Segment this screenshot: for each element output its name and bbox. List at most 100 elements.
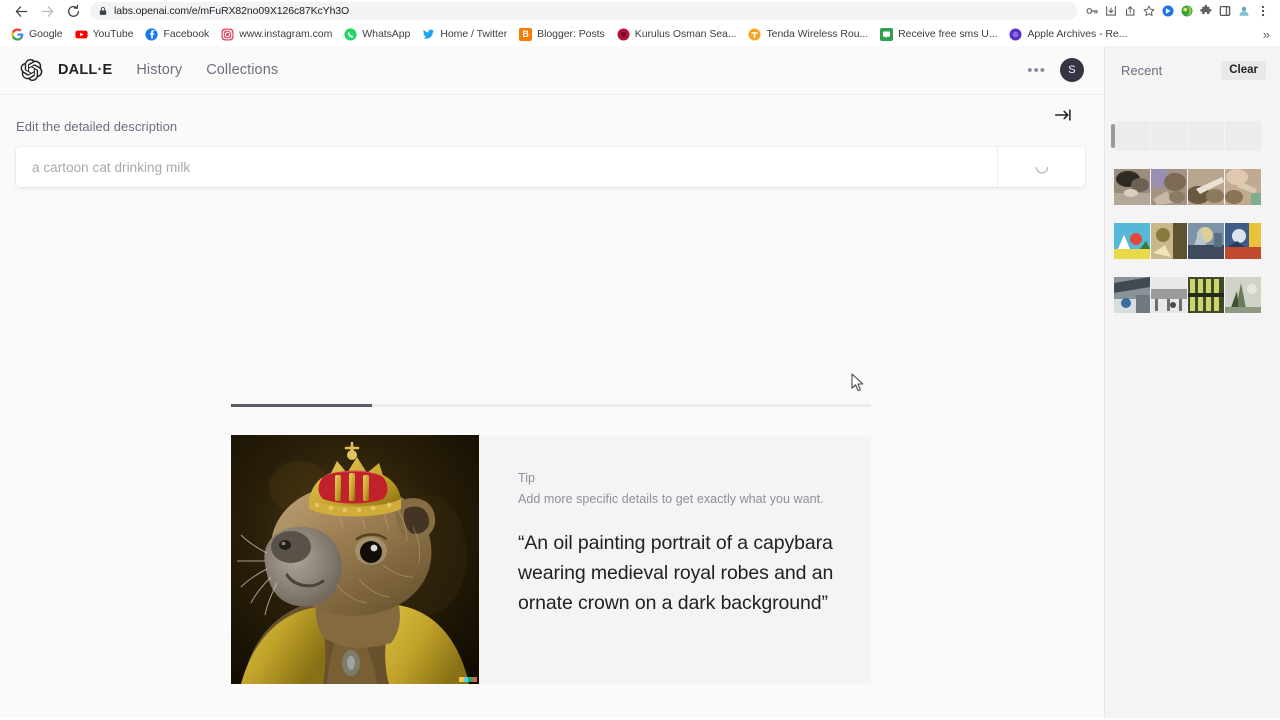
bookmark-youtube[interactable]: YouTube [70, 26, 141, 43]
dalle-watermark-icon [459, 677, 477, 682]
instagram-favicon [221, 27, 234, 41]
bookmark-kurulus-osman[interactable]: Kurulus Osman Sea... [612, 26, 744, 43]
sms-favicon [880, 27, 894, 41]
twitter-favicon [422, 28, 435, 41]
whatsapp-favicon [344, 27, 357, 41]
placeholder-tile [1188, 121, 1224, 151]
sidepanel-icon[interactable] [1216, 2, 1234, 20]
placeholder-tile [1114, 121, 1150, 151]
browser-toolbar-icons [1083, 2, 1272, 20]
bookmark-star-icon[interactable] [1140, 2, 1158, 20]
bookmark-label: Receive free sms U... [898, 28, 998, 40]
clear-recent-button[interactable]: Clear [1221, 60, 1266, 81]
thumb-2-2[interactable] [1151, 223, 1187, 259]
browser-chrome: labs.openai.com/e/mFuRX82no09X126c87KcYh… [0, 0, 1280, 46]
app-header-right: ••• S [1027, 58, 1084, 82]
recent-sidebar: Recent Clear [1104, 46, 1280, 718]
generate-button[interactable] [997, 147, 1085, 187]
generated-image[interactable] [231, 435, 479, 684]
thumb-1-1[interactable] [1114, 169, 1150, 205]
nav-history[interactable]: History [136, 62, 182, 78]
bookmark-whatsapp[interactable]: WhatsApp [339, 26, 417, 43]
bookmarks-overflow-button[interactable]: » [1263, 27, 1274, 42]
favicon-glyph: B [522, 28, 529, 39]
bookmark-tenda-router[interactable]: Tenda Wireless Rou... [743, 26, 875, 43]
bookmark-blogger[interactable]: B Blogger: Posts [514, 26, 612, 43]
openai-logo-icon [20, 58, 44, 82]
sidebar-header: Recent Clear [1105, 46, 1280, 95]
avatar[interactable]: S [1060, 58, 1084, 82]
bookmark-label: Blogger: Posts [537, 28, 605, 40]
app-main-area: DALL·E History Collections ••• S Edit th… [0, 46, 1104, 718]
recent-row-2 [1114, 223, 1278, 259]
bookmark-google[interactable]: Google [6, 26, 70, 43]
app-content: Edit the detailed description a cartoon … [0, 95, 1104, 718]
generation-progress-bar [231, 404, 871, 407]
thumb-1-3[interactable] [1188, 169, 1224, 205]
extension-green-globe-icon[interactable] [1178, 2, 1196, 20]
tip-title: Tip [518, 471, 536, 485]
google-favicon [11, 27, 24, 41]
more-options-icon[interactable]: ••• [1027, 63, 1046, 78]
forward-button[interactable] [34, 1, 60, 21]
recent-thumbnail-grid [1105, 169, 1280, 313]
back-button[interactable] [8, 1, 34, 21]
apple-archives-favicon [1009, 27, 1022, 41]
arrow-left-icon [15, 5, 27, 17]
editor-label: Edit the detailed description [16, 119, 178, 134]
bookmark-label: YouTube [92, 28, 134, 40]
password-key-icon[interactable] [1083, 2, 1101, 20]
thumb-3-2[interactable] [1151, 277, 1187, 313]
prompt-input[interactable] [16, 147, 997, 187]
browser-toolbar: labs.openai.com/e/mFuRX82no09X126c87KcYh… [0, 0, 1280, 22]
bookmark-label: Kurulus Osman Sea... [634, 28, 737, 40]
extensions-puzzle-icon[interactable] [1197, 2, 1215, 20]
share-icon[interactable] [1121, 2, 1139, 20]
address-bar[interactable]: labs.openai.com/e/mFuRX82no09X126c87KcYh… [90, 2, 1077, 20]
bookmark-label: Apple Archives - Re... [1027, 28, 1128, 40]
bookmark-twitter[interactable]: Home / Twitter [417, 26, 514, 43]
bookmark-label: Google [29, 28, 63, 40]
bookmark-instagram[interactable]: www.instagram.com [216, 26, 339, 43]
thumb-1-4[interactable] [1225, 169, 1261, 205]
thumb-1-2[interactable] [1151, 169, 1187, 205]
tenda-favicon [748, 27, 761, 41]
thumb-2-1[interactable] [1114, 223, 1150, 259]
reload-button[interactable] [60, 1, 86, 21]
capybara-portrait-artwork [231, 435, 479, 684]
chrome-menu-icon[interactable] [1254, 2, 1272, 20]
collapse-panel-button[interactable] [1052, 104, 1074, 126]
kurulus-favicon [617, 27, 630, 41]
app-brand-title: DALL·E [58, 62, 113, 78]
arrow-right-icon [41, 5, 53, 17]
bookmark-facebook[interactable]: Facebook [140, 26, 216, 43]
thumb-3-4[interactable] [1225, 277, 1261, 313]
thumb-3-1[interactable] [1114, 277, 1150, 313]
lock-icon [99, 7, 107, 15]
bookmark-label: Home / Twitter [440, 28, 508, 40]
sidebar-title: Recent [1121, 63, 1163, 78]
mouse-pointer-icon [851, 373, 865, 393]
bookmark-label: Tenda Wireless Rou... [766, 28, 869, 40]
sidebar-scrollbar[interactable] [1111, 124, 1115, 148]
bookmark-apple-archives[interactable]: Apple Archives - Re... [1004, 26, 1134, 43]
nav-collections[interactable]: Collections [206, 62, 278, 78]
bookmark-label: Facebook [163, 28, 210, 40]
bookmark-receive-free-sms[interactable]: Receive free sms U... [875, 26, 1004, 43]
placeholder-tile [1151, 121, 1187, 151]
bookmark-label: www.instagram.com [239, 28, 333, 40]
arrow-to-line-right-icon [1054, 108, 1071, 121]
profile-avatar-icon[interactable] [1235, 2, 1253, 20]
recent-placeholder-row [1105, 121, 1280, 151]
blogger-favicon: B [519, 27, 533, 41]
reload-icon [67, 4, 79, 17]
thumb-2-3[interactable] [1188, 223, 1224, 259]
tip-quote-text: “An oil painting portrait of a capybara … [518, 532, 834, 614]
address-bar-url: labs.openai.com/e/mFuRX82no09X126c87KcYh… [114, 5, 350, 17]
recent-row-1 [1114, 169, 1278, 205]
youtube-favicon [74, 28, 88, 41]
extension-blue-icon[interactable] [1159, 2, 1177, 20]
install-app-icon[interactable] [1102, 2, 1120, 20]
thumb-2-4[interactable] [1225, 223, 1261, 259]
thumb-3-3[interactable] [1188, 277, 1224, 313]
